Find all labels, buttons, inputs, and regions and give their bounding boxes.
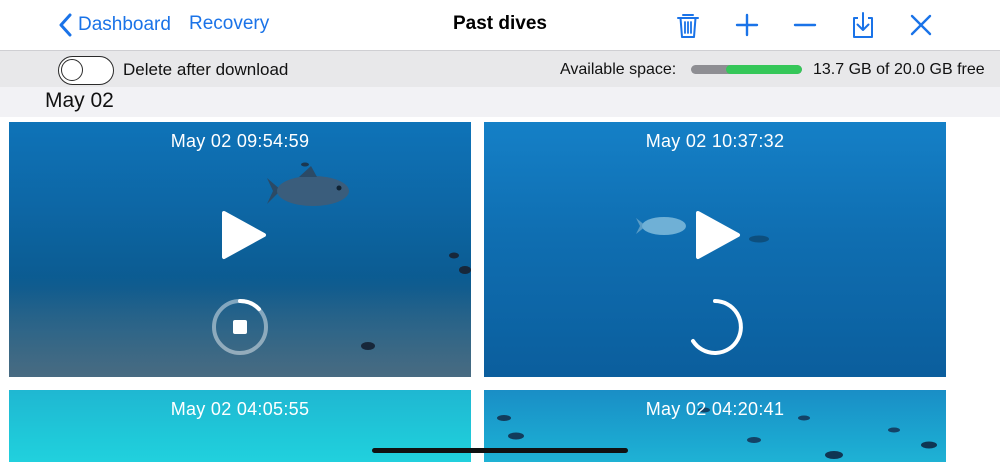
home-indicator [372,448,628,453]
small-fish [301,162,309,167]
small-fish [449,252,459,259]
download-icon [853,12,873,38]
dive-timestamp: May 02 09:54:59 [170,131,310,151]
small-fish [459,266,471,274]
dive-timestamp: May 02 10:37:32 [645,131,785,151]
delete-button[interactable] [671,8,705,42]
date-section-header: May 02 [0,87,1000,117]
back-label: Dashboard [78,14,171,35]
close-button[interactable] [904,8,938,42]
section-date: May 02 [45,89,114,112]
dive-thumbnail[interactable]: May 02 09:54:59 [9,122,471,377]
toggle-knob [61,59,83,81]
delete-after-download-label: Delete after download [123,60,289,79]
available-space-bar [691,65,802,74]
play-icon [222,211,266,259]
available-space-fill [725,65,802,74]
trash-icon [677,14,699,38]
fish-image [636,217,686,235]
small-fish [361,342,375,350]
available-space-value: 13.7 GB of 20.0 GB free [813,61,985,78]
dive-timestamp: May 02 04:20:41 [645,399,785,419]
dives-grid: May 02 09:54:59 May 02 10:37:32 May 02 0… [0,117,1000,462]
play-button[interactable] [695,210,741,260]
dive-timestamp: May 02 04:05:55 [170,399,310,419]
dive-thumbnail[interactable]: May 02 10:37:32 [484,122,946,377]
stop-download-button[interactable] [210,297,270,357]
stop-icon [212,298,268,355]
delete-after-download-toggle[interactable] [58,56,114,85]
spinner-icon [691,299,743,355]
available-space-label: Available space: [560,61,677,78]
play-button[interactable] [221,210,267,260]
play-icon [696,211,740,259]
storage-toolbar: Delete after download Available space: 1… [0,50,1000,87]
plus-icon [735,13,759,37]
back-button[interactable]: Dashboard [58,12,171,38]
download-button[interactable] [846,8,880,42]
navigation-bar: Dashboard Recovery Past dives [0,0,1000,50]
small-fish [749,235,769,243]
recovery-link[interactable]: Recovery [189,13,269,35]
add-button[interactable] [730,8,764,42]
minus-icon [793,23,817,27]
fish-image [267,166,349,206]
loading-spinner [685,297,745,357]
chevron-left-icon [59,13,72,37]
close-icon [910,14,932,36]
remove-button[interactable] [788,8,822,42]
